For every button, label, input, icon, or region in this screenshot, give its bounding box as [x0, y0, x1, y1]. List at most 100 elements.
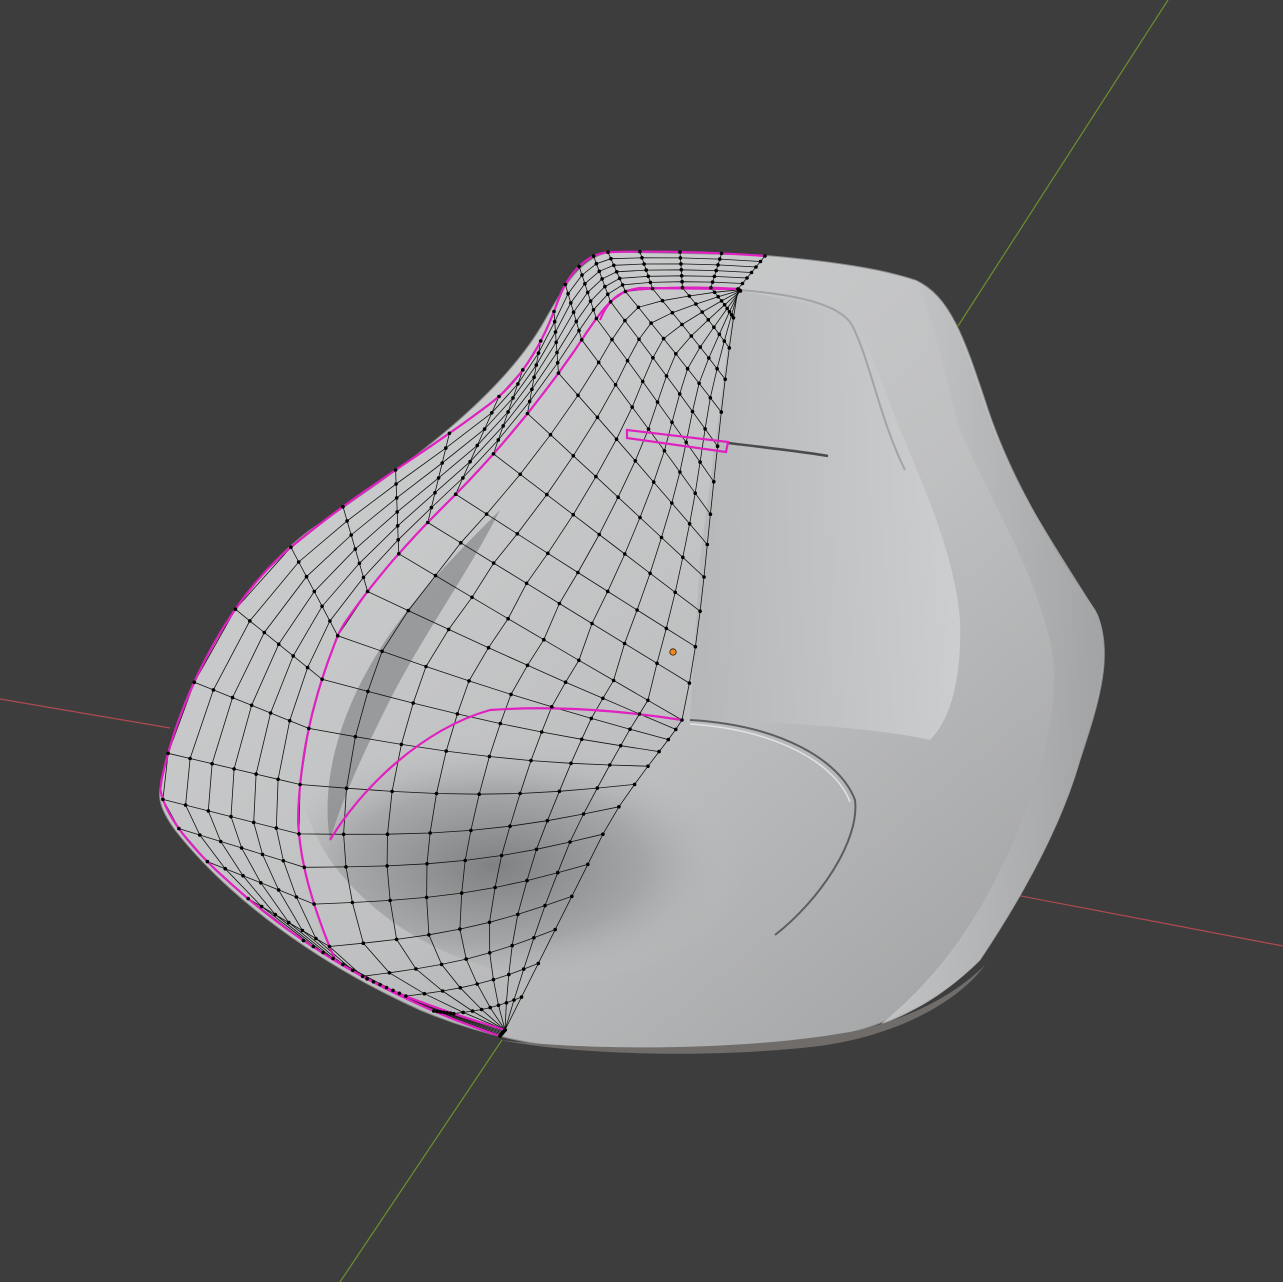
mesh-vertex[interactable]	[637, 337, 641, 342]
mesh-vertex[interactable]	[749, 270, 754, 275]
mesh-vertex[interactable]	[506, 410, 510, 414]
mesh-vertex[interactable]	[246, 896, 250, 901]
mesh-vertex[interactable]	[458, 927, 462, 931]
mesh-vertex[interactable]	[298, 782, 302, 787]
mesh-vertex[interactable]	[620, 283, 625, 287]
mesh-vertex[interactable]	[712, 274, 717, 279]
mesh-vertex[interactable]	[289, 545, 293, 549]
mesh-vertex[interactable]	[360, 974, 365, 979]
mesh-vertex[interactable]	[198, 833, 202, 837]
mesh-vertex[interactable]	[717, 332, 722, 337]
mesh-vertex[interactable]	[395, 524, 400, 528]
mesh-vertex[interactable]	[638, 249, 642, 254]
mesh-vertex[interactable]	[506, 616, 510, 621]
mesh-vertex[interactable]	[302, 865, 307, 870]
mesh-vertex[interactable]	[698, 460, 702, 464]
mesh-vertex[interactable]	[712, 479, 716, 484]
mesh-vertex[interactable]	[345, 519, 349, 523]
mesh-vertex[interactable]	[444, 749, 449, 753]
mesh-vertex[interactable]	[649, 321, 653, 325]
mesh-vertex[interactable]	[708, 512, 713, 516]
mesh-vertex[interactable]	[491, 561, 496, 565]
mesh-vertex[interactable]	[698, 609, 702, 613]
mesh-vertex[interactable]	[719, 410, 724, 414]
mesh-vertex[interactable]	[497, 394, 501, 399]
mesh-vertex[interactable]	[569, 301, 573, 305]
mesh-vertex[interactable]	[498, 721, 503, 726]
mesh-vertex[interactable]	[595, 415, 600, 420]
mesh-vertex[interactable]	[393, 468, 398, 472]
mesh-vertex[interactable]	[331, 956, 335, 961]
mesh-vertex[interactable]	[705, 542, 710, 547]
mesh-vertex[interactable]	[341, 962, 345, 967]
mesh-vertex[interactable]	[487, 754, 492, 759]
mesh-vertex[interactable]	[335, 634, 340, 638]
mesh-vertex[interactable]	[729, 313, 734, 317]
mesh-vertex[interactable]	[698, 345, 702, 349]
mesh-vertex[interactable]	[577, 264, 581, 269]
mesh-vertex[interactable]	[464, 957, 469, 961]
mesh-vertex[interactable]	[391, 988, 395, 993]
mesh-vertex[interactable]	[395, 510, 400, 514]
mesh-vertex[interactable]	[385, 864, 389, 868]
mesh-vertex[interactable]	[503, 1028, 507, 1032]
mesh-vertex[interactable]	[718, 257, 722, 261]
mesh-vertex[interactable]	[646, 764, 650, 768]
mesh-vertex[interactable]	[694, 302, 698, 306]
mesh-vertex[interactable]	[349, 533, 354, 537]
mesh-vertex[interactable]	[328, 619, 332, 623]
mesh-vertex[interactable]	[648, 280, 653, 285]
mesh-vertex[interactable]	[297, 832, 301, 836]
mesh-vertex[interactable]	[361, 575, 366, 580]
mesh-vertex[interactable]	[459, 541, 463, 545]
mesh-vertex[interactable]	[512, 998, 516, 1002]
mesh-vertex[interactable]	[758, 259, 763, 264]
mesh-vertex[interactable]	[432, 1009, 436, 1013]
mesh-vertex[interactable]	[424, 895, 429, 900]
mesh-vertex[interactable]	[594, 474, 598, 479]
mesh-vertex[interactable]	[727, 309, 732, 314]
mesh-vertex[interactable]	[555, 870, 560, 875]
mesh-vertex[interactable]	[613, 383, 618, 387]
mesh-vertex[interactable]	[300, 928, 305, 933]
mesh-vertex[interactable]	[491, 977, 496, 982]
mesh-vertex[interactable]	[229, 814, 233, 819]
mesh-vertex[interactable]	[427, 933, 431, 937]
mesh-vertex[interactable]	[618, 743, 623, 748]
mesh-vertex[interactable]	[568, 840, 572, 844]
mesh-vertex[interactable]	[640, 255, 644, 260]
mesh-vertex[interactable]	[447, 431, 452, 436]
mesh-vertex[interactable]	[534, 363, 539, 367]
mesh-vertex[interactable]	[475, 982, 480, 986]
mesh-vertex[interactable]	[525, 411, 530, 416]
mesh-vertex[interactable]	[287, 920, 291, 925]
mesh-vertex[interactable]	[532, 936, 536, 940]
mesh-vertex[interactable]	[296, 560, 301, 564]
mesh-vertex[interactable]	[468, 459, 472, 464]
mesh-vertex[interactable]	[499, 853, 504, 858]
mesh-vertex[interactable]	[232, 767, 236, 771]
mesh-vertex[interactable]	[553, 330, 558, 334]
mesh-vertex[interactable]	[614, 270, 619, 274]
mesh-vertex[interactable]	[611, 678, 616, 683]
mesh-vertex[interactable]	[488, 1005, 493, 1010]
mesh-vertex[interactable]	[314, 936, 318, 941]
mesh-vertex[interactable]	[433, 490, 437, 495]
mesh-vertex[interactable]	[545, 492, 549, 497]
mesh-vertex[interactable]	[670, 420, 674, 425]
mesh-vertex[interactable]	[361, 941, 366, 945]
mesh-vertex[interactable]	[693, 491, 697, 496]
mesh-vertex[interactable]	[248, 619, 252, 623]
mesh-vertex[interactable]	[211, 688, 216, 692]
mesh-vertex[interactable]	[530, 387, 534, 392]
mesh-vertex[interactable]	[549, 705, 554, 709]
mesh-vertex[interactable]	[655, 661, 659, 666]
mesh-vertex[interactable]	[426, 520, 430, 525]
mesh-vertex[interactable]	[259, 881, 263, 885]
mesh-vertex[interactable]	[496, 1003, 501, 1008]
mesh-vertex[interactable]	[516, 382, 520, 386]
mesh-vertex[interactable]	[254, 772, 258, 776]
mesh-vertex[interactable]	[387, 971, 392, 975]
mesh-vertex[interactable]	[239, 846, 244, 850]
mesh-vertex[interactable]	[524, 581, 529, 586]
